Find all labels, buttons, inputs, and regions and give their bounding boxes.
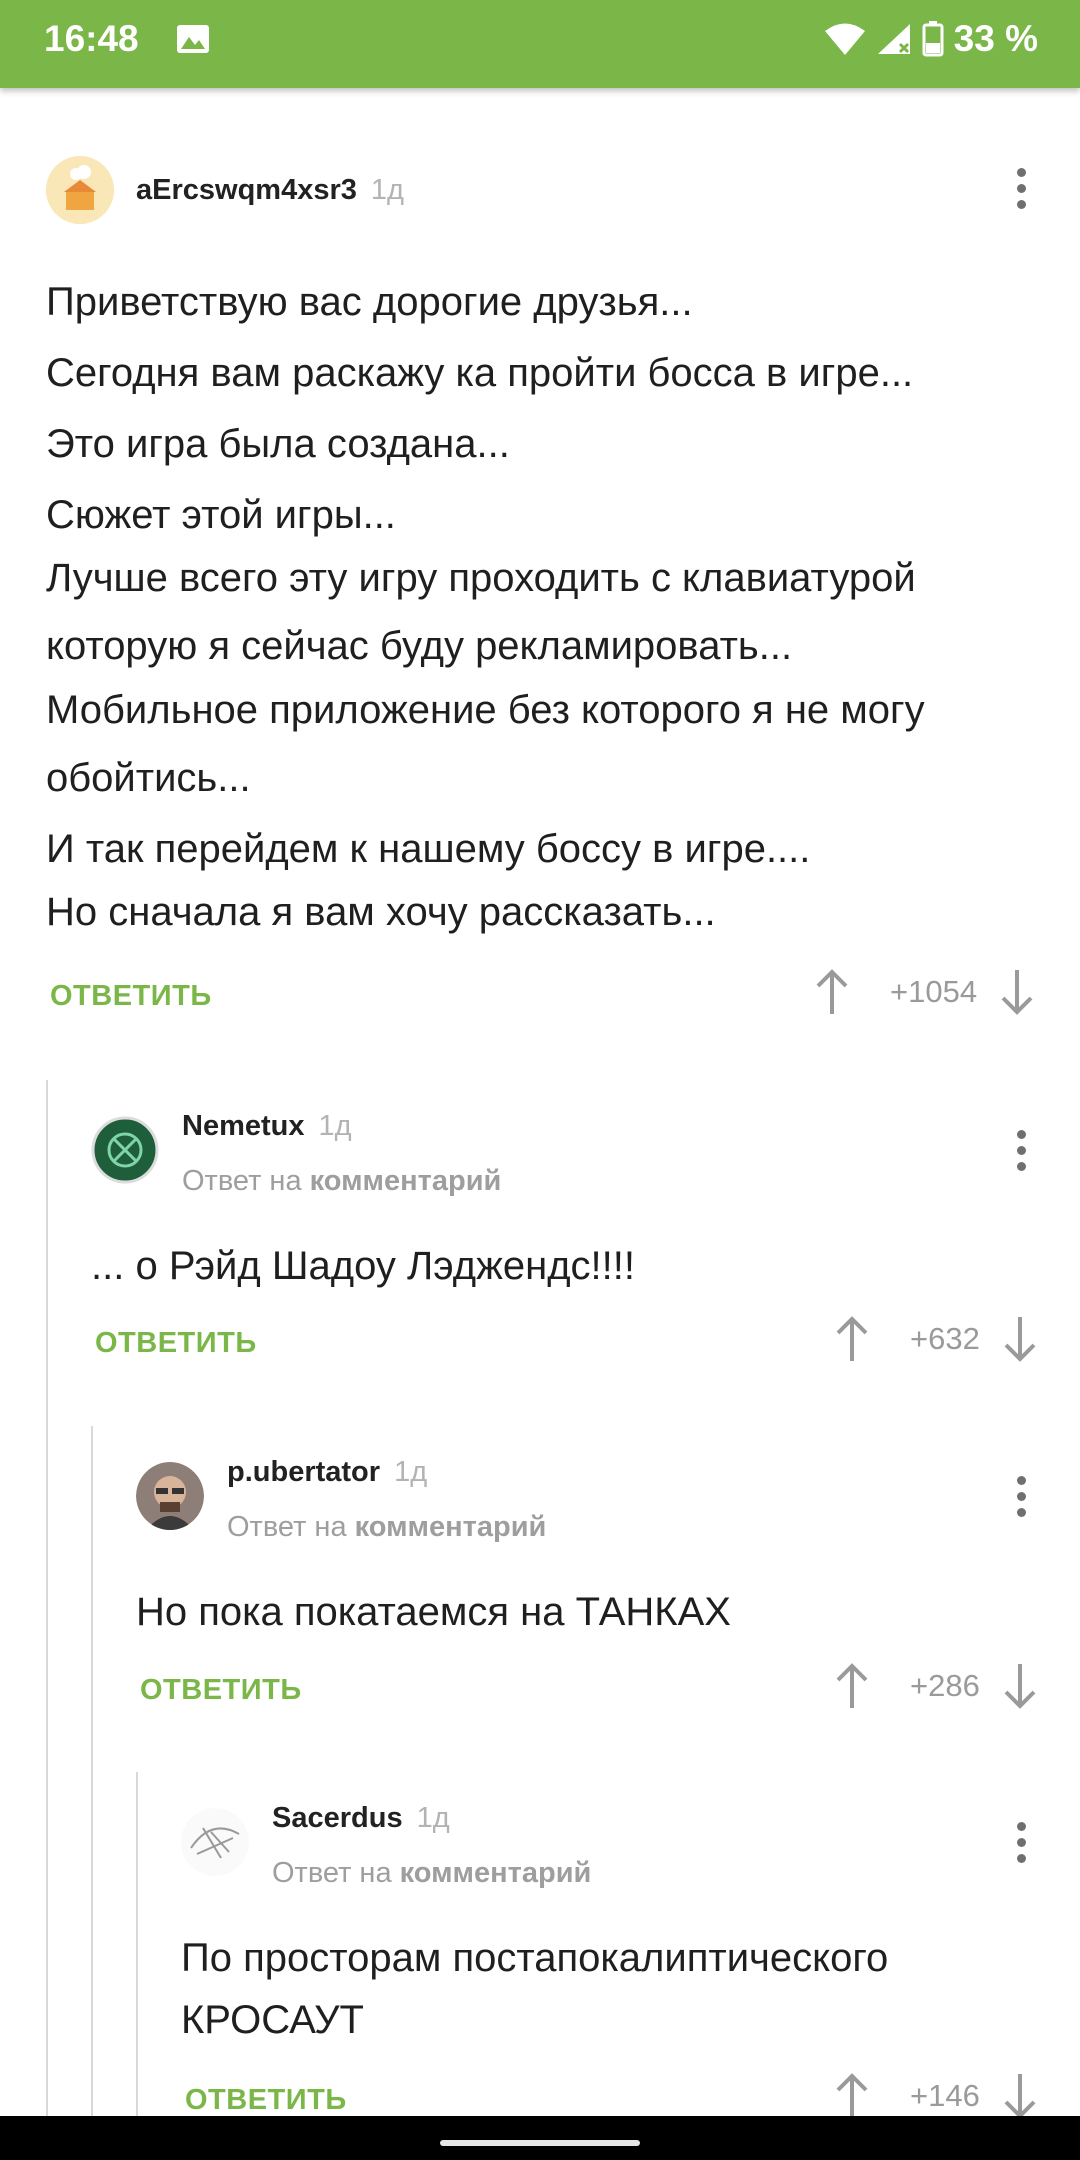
comment-body: ... о Рэйд Шадоу Лэдженд​с!!!!: [91, 1246, 635, 1286]
reply-to-prefix: Ответ на: [272, 1857, 392, 1889]
comment-line: Но пока покатаемся на ТАНКАХ: [136, 1590, 731, 1634]
parent-comment-link[interactable]: комментарий: [355, 1511, 547, 1543]
author-name[interactable]: p.ubertator: [227, 1456, 380, 1488]
system-navigation-bar: [0, 2116, 1080, 2160]
home-gesture-handle[interactable]: [440, 2140, 640, 2146]
comment-author[interactable]: Sacerdus 1д: [272, 1802, 450, 1835]
avatar[interactable]: [46, 156, 114, 224]
comment-time: 1д: [416, 1802, 450, 1834]
comment-body: Но пока покатаемся на ТАНКАХ: [136, 1592, 731, 1632]
comment-author[interactable]: Nemetux 1д: [182, 1110, 352, 1143]
battery-level: 33 %: [953, 18, 1038, 59]
comment-time: 1д: [394, 1456, 428, 1488]
comment-line: Сегодня вам раскажу ка пройти босса в иг…: [46, 351, 914, 395]
more-menu-icon[interactable]: [1011, 168, 1031, 214]
comment-line: Мобильное приложение без которого я не м…: [46, 688, 925, 732]
reply-button[interactable]: ОТВЕТИТЬ: [50, 980, 212, 1013]
more-menu-icon[interactable]: [1011, 1822, 1031, 1868]
vote-score: +632: [910, 1321, 980, 1356]
vote-score: +286: [910, 1668, 980, 1703]
reply-button[interactable]: ОТВЕТИТЬ: [140, 1674, 302, 1707]
avatar[interactable]: [91, 1116, 159, 1184]
comment-body: По просторам постапокалиптического КРОСА…: [181, 1938, 888, 2040]
comment-line: КРОСАУТ: [181, 1998, 364, 2042]
vote-controls: +286: [832, 1662, 1040, 1710]
downvote-icon[interactable]: [1000, 1315, 1040, 1363]
reply-button[interactable]: ОТВЕТИТЬ: [95, 1327, 257, 1360]
reply-to: Ответ на комментарий: [272, 1857, 591, 1890]
thread-line-3: [136, 1772, 138, 2116]
upvote-icon[interactable]: [812, 968, 852, 1016]
comment-time: 1д: [318, 1110, 352, 1142]
avatar[interactable]: [181, 1808, 249, 1876]
reply-button[interactable]: ОТВЕТИТЬ: [185, 2084, 347, 2117]
wifi-icon: [824, 22, 866, 56]
vote-controls: +146: [832, 2072, 1040, 2120]
avatar[interactable]: [136, 1462, 204, 1530]
comment-time: 1д: [370, 174, 404, 206]
upvote-icon[interactable]: [832, 2072, 872, 2120]
author-name[interactable]: Nemetux: [182, 1110, 305, 1142]
parent-comment-link[interactable]: комментарий: [310, 1165, 502, 1197]
comment-line: И так перейдем к нашему боссу в игре....: [46, 827, 811, 871]
vote-controls: +632: [832, 1315, 1040, 1363]
comment-author[interactable]: aErcswqm4xsr3 1д: [136, 174, 404, 207]
comment-line: Лучше всего эту игру проходить с клавиат…: [46, 556, 916, 600]
downvote-icon[interactable]: [1000, 1662, 1040, 1710]
more-menu-icon[interactable]: [1011, 1476, 1031, 1522]
more-menu-icon[interactable]: [1011, 1130, 1031, 1176]
comment-line: По просторам постапокалиптического: [181, 1936, 889, 1980]
status-bar: 16:48 33 %: [0, 0, 1080, 88]
upvote-icon[interactable]: [832, 1315, 872, 1363]
image-icon: [176, 24, 210, 54]
status-right: 33 %: [824, 18, 1038, 60]
comment-author[interactable]: p.ubertator 1д: [227, 1456, 427, 1489]
reply-to-prefix: Ответ на: [227, 1511, 347, 1543]
author-name[interactable]: aErcswqm4xsr3: [136, 174, 357, 206]
upvote-icon[interactable]: [832, 1662, 872, 1710]
thread-line-2: [91, 1426, 93, 2116]
author-name[interactable]: Sacerdus: [272, 1802, 403, 1834]
downvote-icon[interactable]: [997, 968, 1037, 1016]
reply-to-prefix: Ответ на: [182, 1165, 302, 1197]
comment-line: которую я сейчас буду рекламировать...: [46, 624, 793, 668]
status-time: 16:48: [44, 18, 139, 59]
comment-line: ... о Рэйд Шадоу Лэдженд​с!!!!: [91, 1244, 635, 1288]
downvote-icon[interactable]: [1000, 2072, 1040, 2120]
comment-line: Это игра была создана...: [46, 422, 510, 466]
vote-score: +146: [910, 2078, 980, 2113]
comment-line: Приветствую вас дорогие друзья...: [46, 280, 693, 324]
thread-line-1: [46, 1080, 48, 2116]
battery-icon: [922, 21, 944, 57]
comment-line: Но сначала я вам хочу рассказать...: [46, 890, 716, 934]
vote-score: +1054: [890, 974, 978, 1009]
comment-line: Сюжет этой игры...: [46, 493, 396, 537]
reply-to: Ответ на комментарий: [182, 1165, 501, 1198]
vote-controls: +1054: [812, 968, 1037, 1016]
parent-comment-link[interactable]: комментарий: [400, 1857, 592, 1889]
reply-to: Ответ на комментарий: [227, 1511, 546, 1544]
signal-icon: [876, 22, 912, 56]
comment-line: обойтись...: [46, 756, 251, 800]
